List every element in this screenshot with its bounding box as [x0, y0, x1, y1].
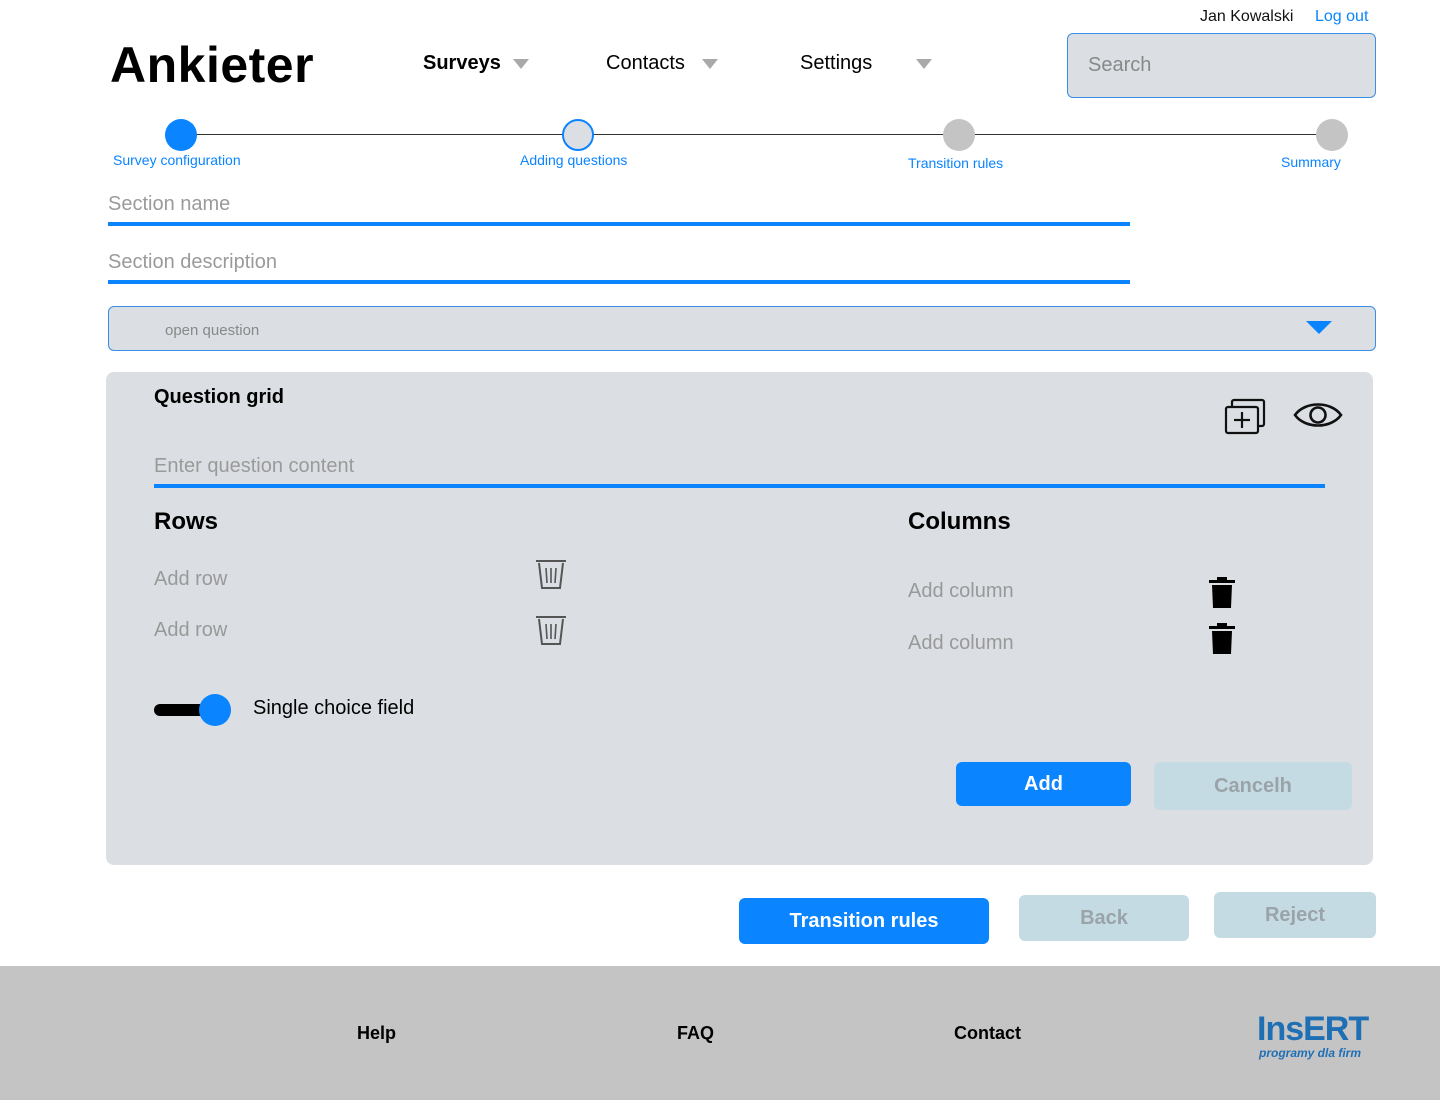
- brand-logo[interactable]: InsERT programy dla firm: [1257, 1010, 1369, 1060]
- trash-filled-icon[interactable]: [1209, 623, 1235, 660]
- footer-help-link[interactable]: Help: [357, 1023, 396, 1044]
- brand-name: InsERT: [1257, 1010, 1369, 1048]
- nav-settings-label: Settings: [800, 52, 873, 74]
- footer-contact-link[interactable]: Contact: [954, 1023, 1021, 1044]
- section-name-input[interactable]: [108, 186, 1130, 226]
- chevron-down-icon: [701, 58, 718, 69]
- question-type-value: open question: [165, 322, 260, 339]
- single-choice-toggle[interactable]: [154, 694, 238, 726]
- step-3-label[interactable]: Transition rules: [908, 155, 1003, 171]
- add-button[interactable]: Add: [956, 762, 1131, 806]
- chevron-down-icon: [916, 58, 933, 69]
- nav-surveys-label: Surveys: [423, 52, 501, 74]
- step-2-label[interactable]: Adding questions: [520, 152, 627, 168]
- footer: [0, 966, 1440, 1100]
- back-button[interactable]: Back: [1019, 895, 1189, 941]
- nav-settings[interactable]: Settings: [800, 52, 933, 75]
- duplicate-add-icon[interactable]: [1223, 398, 1267, 441]
- brand-tagline: programy dla firm: [1259, 1046, 1362, 1060]
- toggle-knob: [199, 694, 231, 726]
- rows-heading: Rows: [154, 508, 219, 535]
- search-input[interactable]: [1067, 33, 1376, 98]
- question-content-input[interactable]: [154, 448, 1325, 488]
- trash-outline-icon[interactable]: [534, 613, 568, 652]
- step-3-indicator[interactable]: [943, 119, 975, 151]
- stepper-track: [181, 134, 1331, 135]
- question-type-select[interactable]: open question: [108, 306, 1376, 351]
- step-1-indicator[interactable]: [165, 119, 197, 151]
- nav-surveys[interactable]: Surveys: [423, 52, 529, 75]
- footer-faq-link[interactable]: FAQ: [677, 1023, 714, 1044]
- trash-filled-icon[interactable]: [1209, 577, 1235, 614]
- user-name: Jan Kowalski: [1200, 8, 1294, 25]
- step-4-label[interactable]: Summary: [1281, 154, 1341, 170]
- question-grid-title: Question grid: [154, 386, 284, 408]
- transition-rules-button[interactable]: Transition rules: [739, 898, 989, 944]
- column-input[interactable]: [908, 632, 1208, 655]
- dropdown-arrow-icon: [1306, 321, 1332, 334]
- cancel-button[interactable]: Cancelh: [1154, 762, 1352, 810]
- step-4-indicator[interactable]: [1316, 119, 1348, 151]
- column-input[interactable]: [908, 580, 1208, 603]
- reject-button[interactable]: Reject: [1214, 892, 1376, 938]
- logout-link[interactable]: Log out: [1315, 8, 1368, 26]
- single-choice-label: Single choice field: [253, 697, 415, 719]
- app-logo[interactable]: Ankieter: [110, 36, 314, 94]
- section-description-input[interactable]: [108, 244, 1130, 284]
- step-1-label[interactable]: Survey configuration: [113, 152, 241, 168]
- nav-contacts[interactable]: Contacts: [606, 52, 718, 75]
- row-input[interactable]: [154, 619, 454, 642]
- trash-outline-icon[interactable]: [534, 557, 568, 596]
- nav-contacts-label: Contacts: [606, 52, 685, 74]
- eye-icon[interactable]: [1293, 398, 1343, 437]
- columns-heading: Columns: [908, 508, 1011, 535]
- step-2-indicator[interactable]: [562, 119, 594, 151]
- row-input[interactable]: [154, 568, 454, 591]
- chevron-down-icon: [512, 58, 529, 69]
